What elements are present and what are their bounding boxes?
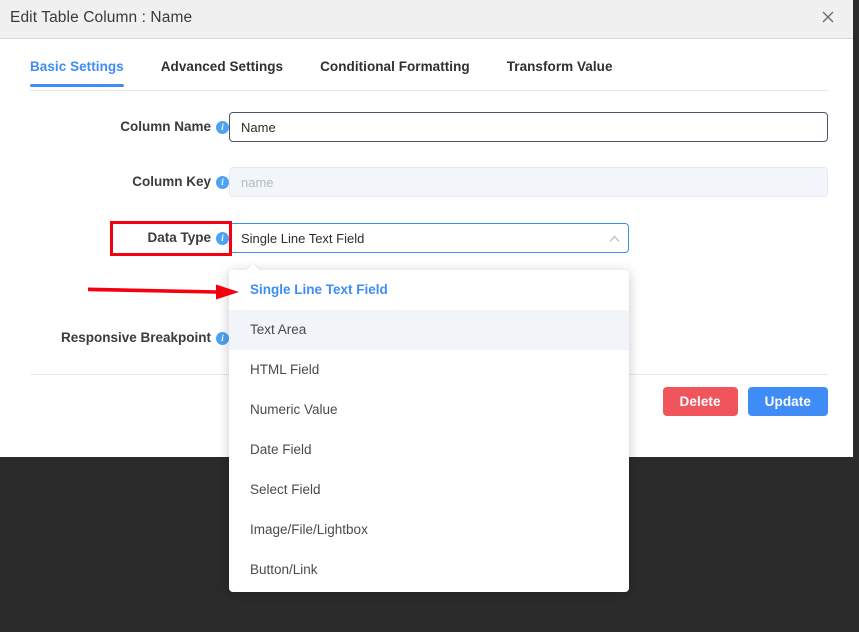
modal-header: Edit Table Column : Name xyxy=(0,0,853,39)
form-row-column-key: Column Key i xyxy=(0,167,853,197)
form-row-data-type: Data Type i Single Line Text Field xyxy=(0,223,853,253)
update-button[interactable]: Update xyxy=(748,387,828,416)
data-type-label: Data Type i xyxy=(0,223,229,253)
footer-buttons: Delete Update xyxy=(663,387,828,416)
tab-advanced-settings[interactable]: Advanced Settings xyxy=(161,59,283,87)
dropdown-option-html-field[interactable]: HTML Field xyxy=(229,350,629,390)
data-type-dropdown-menu: Single Line Text Field Text Area HTML Fi… xyxy=(229,270,629,592)
responsive-breakpoint-label: Responsive Breakpoint i xyxy=(0,323,229,353)
delete-button[interactable]: Delete xyxy=(663,387,738,416)
info-icon[interactable]: i xyxy=(216,121,229,134)
dropdown-option-button-link[interactable]: Button/Link xyxy=(229,550,629,590)
dropdown-option-single-line-text-field[interactable]: Single Line Text Field xyxy=(229,270,629,310)
dropdown-option-image-file-lightbox[interactable]: Image/File/Lightbox xyxy=(229,510,629,550)
dropdown-option-numeric-value[interactable]: Numeric Value xyxy=(229,390,629,430)
column-key-label-text: Column Key xyxy=(132,174,211,189)
info-icon[interactable]: i xyxy=(216,232,229,245)
info-icon[interactable]: i xyxy=(216,332,229,345)
tab-transform-value[interactable]: Transform Value xyxy=(507,59,613,87)
close-icon[interactable] xyxy=(817,8,839,30)
page-title: Edit Table Column : Name xyxy=(10,9,192,27)
column-name-input[interactable] xyxy=(229,112,828,142)
dropdown-caret-icon xyxy=(245,264,261,271)
dropdown-option-select-field[interactable]: Select Field xyxy=(229,470,629,510)
responsive-breakpoint-label-text: Responsive Breakpoint xyxy=(61,330,211,345)
tab-bar: Basic Settings Advanced Settings Conditi… xyxy=(0,39,853,92)
data-type-select[interactable]: Single Line Text Field xyxy=(229,223,629,253)
column-name-label: Column Name i xyxy=(0,112,229,142)
data-type-selected-value: Single Line Text Field xyxy=(241,224,364,253)
column-name-label-text: Column Name xyxy=(120,119,211,134)
column-key-input[interactable] xyxy=(229,167,828,197)
tab-conditional-formatting[interactable]: Conditional Formatting xyxy=(320,59,470,87)
data-type-label-text: Data Type xyxy=(147,230,211,245)
tab-bar-divider xyxy=(30,90,828,91)
tab-basic-settings[interactable]: Basic Settings xyxy=(30,59,124,87)
form-row-column-name: Column Name i xyxy=(0,112,853,142)
dropdown-option-date-field[interactable]: Date Field xyxy=(229,430,629,470)
info-icon[interactable]: i xyxy=(216,176,229,189)
column-key-label: Column Key i xyxy=(0,167,229,197)
dropdown-option-text-area[interactable]: Text Area xyxy=(229,310,629,350)
chevron-up-icon[interactable] xyxy=(609,235,618,244)
